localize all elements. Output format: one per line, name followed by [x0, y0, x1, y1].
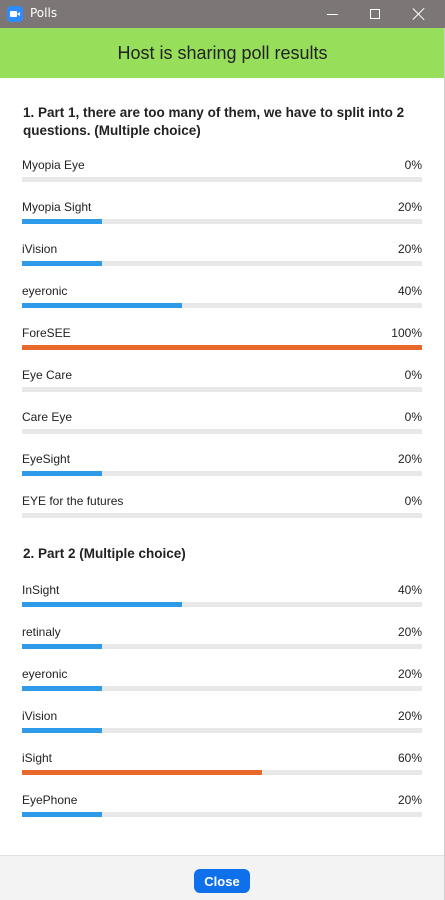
close-icon [413, 8, 425, 20]
poll-option: eyeronic 20% [22, 667, 422, 697]
option-label: Eye Care [22, 368, 73, 382]
option-label: iSight [22, 751, 53, 765]
poll-option: retinaly 20% [22, 625, 422, 655]
option-percent: 0% [404, 158, 422, 172]
result-bar-fill [22, 602, 182, 607]
maximize-icon [370, 9, 380, 19]
option-label: EyeSight [22, 452, 71, 466]
result-bar-track [22, 770, 422, 775]
result-bar-track [22, 513, 422, 518]
poll-option: eyeronic 40% [22, 284, 422, 314]
question-title: 2. Part 2 (Multiple choice) [23, 546, 186, 561]
option-percent: 20% [397, 242, 422, 256]
poll-option: EYE for the futures 0% [22, 494, 422, 524]
poll-option: EyePhone 20% [22, 793, 422, 823]
option-percent: 60% [397, 751, 422, 765]
result-bar-track [22, 177, 422, 182]
poll-option: Care Eye 0% [22, 410, 422, 440]
result-bar-track [22, 345, 422, 350]
result-bar-fill [22, 219, 102, 224]
result-bar-track [22, 261, 422, 266]
result-bar-track [22, 644, 422, 649]
poll-option: Myopia Eye 0% [22, 158, 422, 188]
option-percent: 100% [391, 326, 422, 340]
option-percent: 0% [404, 494, 422, 508]
result-bar-fill [22, 770, 262, 775]
option-label: Care Eye [22, 410, 73, 424]
option-label: eyeronic [22, 284, 68, 298]
poll-option: Eye Care 0% [22, 368, 422, 398]
window-close-button[interactable] [398, 0, 440, 28]
maximize-button[interactable] [354, 0, 396, 28]
result-bar-track [22, 686, 422, 691]
window-title: Polls [30, 6, 58, 20]
result-bar-fill [22, 345, 422, 350]
option-percent: 20% [397, 793, 422, 807]
zoom-app-icon [7, 6, 23, 22]
option-label: eyeronic [22, 667, 68, 681]
result-bar-track [22, 219, 422, 224]
result-bar-fill [22, 303, 182, 308]
result-bar-track [22, 303, 422, 308]
option-label: EYE for the futures [22, 494, 124, 508]
close-button[interactable]: Close [194, 869, 250, 893]
result-bar-track [22, 812, 422, 817]
result-bar-fill [22, 644, 102, 649]
option-label: Myopia Sight [22, 200, 92, 214]
option-percent: 40% [397, 284, 422, 298]
option-percent: 20% [397, 709, 422, 723]
option-label: Myopia Eye [22, 158, 85, 172]
question-title: 1. Part 1, there are too many of them, w… [23, 105, 405, 138]
title-bar: Polls [0, 0, 445, 28]
minimize-icon [326, 13, 338, 15]
option-percent: 0% [404, 410, 422, 424]
result-bar-fill [22, 686, 102, 691]
poll-option: iVision 20% [22, 242, 422, 272]
poll-option: ForeSEE 100% [22, 326, 422, 356]
option-label: ForeSEE [22, 326, 71, 340]
poll-option: InSight 40% [22, 583, 422, 613]
option-label: iVision [22, 709, 58, 723]
option-percent: 20% [397, 625, 422, 639]
option-percent: 20% [397, 452, 422, 466]
result-bar-track [22, 728, 422, 733]
poll-option: EyeSight 20% [22, 452, 422, 482]
result-bar-track [22, 387, 422, 392]
option-percent: 20% [397, 667, 422, 681]
poll-option: Myopia Sight 20% [22, 200, 422, 230]
result-bar-fill [22, 812, 102, 817]
minimize-button[interactable] [311, 0, 353, 28]
option-label: InSight [22, 583, 60, 597]
option-percent: 40% [397, 583, 422, 597]
sharing-banner: Host is sharing poll results [0, 28, 445, 78]
result-bar-fill [22, 728, 102, 733]
result-bar-track [22, 429, 422, 434]
dialog-footer: Close [0, 855, 445, 900]
result-bar-track [22, 471, 422, 476]
option-percent: 0% [404, 368, 422, 382]
option-label: iVision [22, 242, 58, 256]
result-bar-track [22, 602, 422, 607]
option-label: EyePhone [22, 793, 78, 807]
poll-results: 1. Part 1, there are too many of them, w… [0, 78, 445, 855]
option-percent: 20% [397, 200, 422, 214]
poll-option: iSight 60% [22, 751, 422, 781]
result-bar-fill [22, 471, 102, 476]
option-label: retinaly [22, 625, 61, 639]
result-bar-fill [22, 261, 102, 266]
poll-option: iVision 20% [22, 709, 422, 739]
